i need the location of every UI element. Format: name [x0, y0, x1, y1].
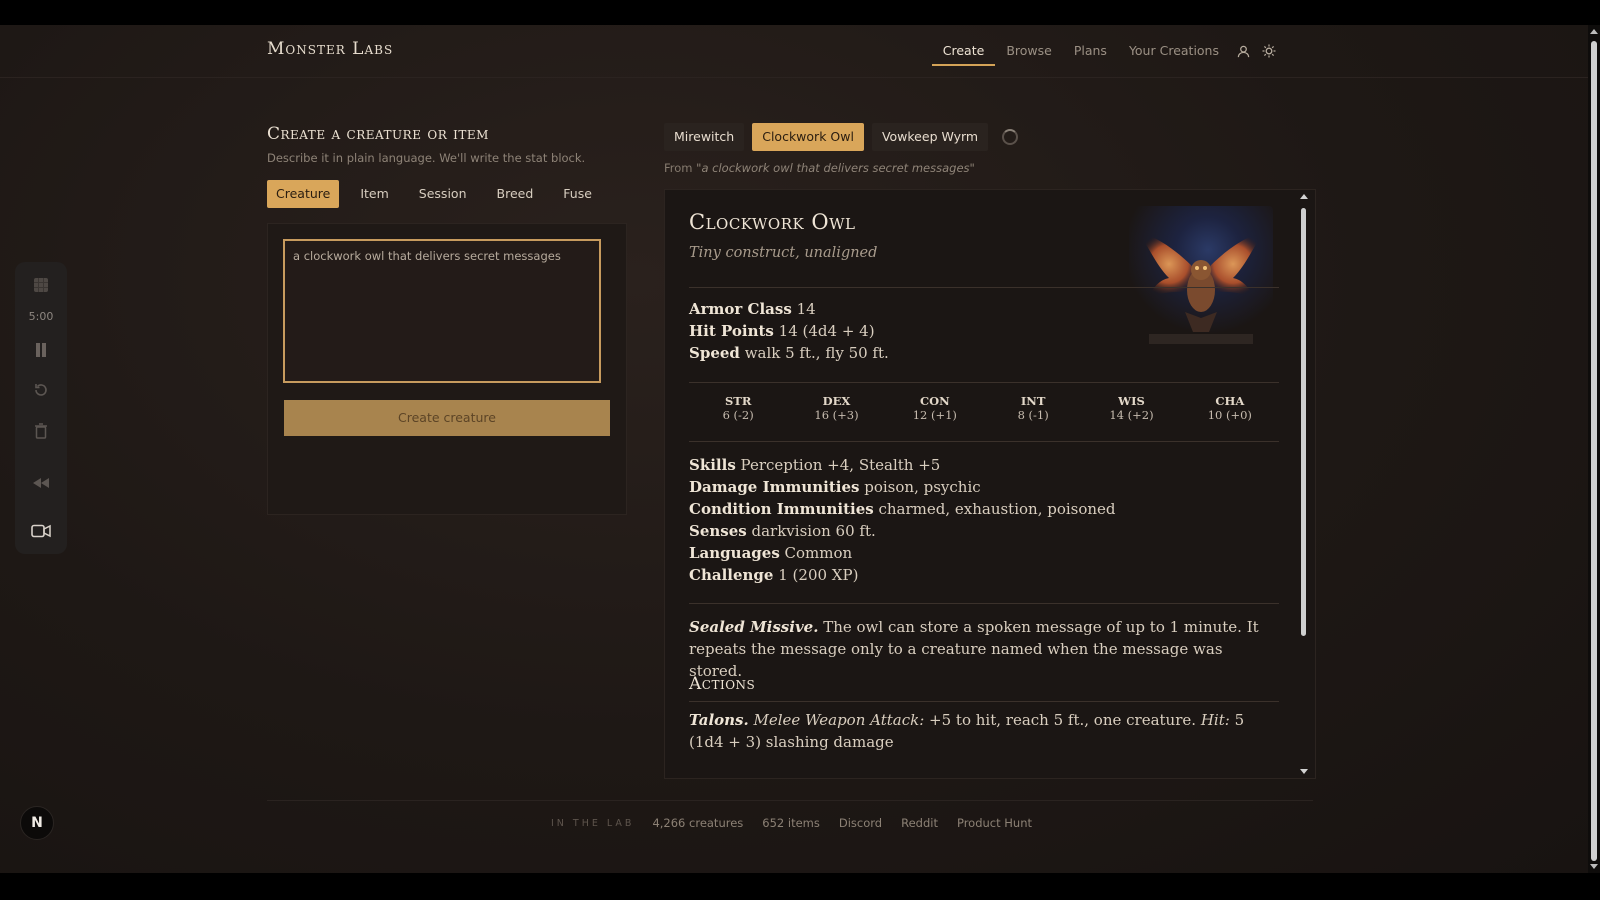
actions-heading: Actions	[689, 674, 756, 694]
divider	[689, 287, 1279, 288]
footer-divider	[267, 800, 1313, 801]
logo[interactable]: Monster Labs	[267, 39, 393, 59]
page-scroll-down-icon[interactable]	[1590, 864, 1598, 869]
main-nav: Create Browse Plans Your Creations	[931, 25, 1282, 77]
loading-spinner-icon	[1002, 129, 1019, 145]
variant-tabs: Mirewitch Clockwork Owl Vowkeep Wyrm	[664, 123, 1019, 151]
ability-wis: WIS 14 (+2)	[1109, 394, 1154, 422]
card-scroll-thumb[interactable]	[1301, 208, 1306, 636]
armor-class-row: Armor Class 14	[689, 300, 816, 318]
app-window: Monster Labs Create Browse Plans Your Cr…	[0, 25, 1588, 873]
tab-breed[interactable]: Breed	[488, 180, 543, 208]
n-badge[interactable]: N	[20, 806, 54, 840]
ability-scores: STR 6 (-2) DEX 16 (+3) CON 12 (+1) INT 8 (-1…	[689, 394, 1279, 422]
footer-link-discord[interactable]: Discord	[839, 816, 882, 830]
speed-row: Speed walk 5 ft., fly 50 ft.	[689, 344, 889, 362]
item-count: 652 items	[762, 816, 820, 830]
recorder-toolbar: 5:00	[15, 262, 67, 554]
tab-fuse[interactable]: Fuse	[554, 180, 601, 208]
nav-your-creations[interactable]: Your Creations	[1118, 25, 1230, 77]
footer-link-reddit[interactable]: Reddit	[901, 816, 938, 830]
divider	[689, 382, 1279, 383]
mode-tabs: Creature Item Session Breed Fuse	[267, 180, 613, 208]
create-panel: a clockwork owl that delivers secret mes…	[267, 223, 627, 515]
source-quote: "a clockwork owl that delivers secret me…	[696, 161, 975, 175]
pause-icon[interactable]	[15, 342, 67, 362]
hit-points-row: Hit Points 14 (4d4 + 4)	[689, 322, 875, 340]
nav-create[interactable]: Create	[931, 25, 996, 77]
action-talons: Talons. Melee Weapon Attack: +5 to hit, …	[689, 711, 1245, 751]
page-scroll-up-icon[interactable]	[1590, 29, 1598, 34]
basic-stats: Armor Class 14 Hit Points 14 (4d4 + 4) S…	[689, 298, 889, 364]
page-scroll-thumb[interactable]	[1591, 41, 1597, 861]
variant-tab-vowkeep-wyrm[interactable]: Vowkeep Wyrm	[871, 123, 989, 151]
creature-type: Tiny construct, unaligned	[689, 245, 878, 261]
footer-link-product-hunt[interactable]: Product Hunt	[957, 816, 1032, 830]
creature-count: 4,266 creatures	[652, 816, 744, 830]
scroll-down-icon[interactable]	[1300, 769, 1308, 774]
ability-int: INT 8 (-1)	[1017, 394, 1049, 422]
user-icon[interactable]	[1230, 25, 1256, 77]
divider	[689, 441, 1279, 442]
restart-icon[interactable]	[15, 382, 67, 402]
sun-icon[interactable]	[1256, 25, 1282, 77]
rewind-icon[interactable]	[15, 474, 67, 493]
scroll-up-icon[interactable]	[1300, 194, 1308, 199]
skills-row: Skills Perception +4, Stealth +5	[689, 456, 941, 474]
ability-str: STR 6 (-2)	[722, 394, 754, 422]
grid-icon[interactable]	[15, 277, 67, 297]
tab-item[interactable]: Item	[351, 180, 397, 208]
variant-tab-mirewitch[interactable]: Mirewitch	[664, 123, 745, 151]
card-scrollbar[interactable]	[1299, 194, 1308, 774]
challenge-row: Challenge 1 (200 XP)	[689, 566, 859, 584]
tab-creature[interactable]: Creature	[267, 180, 340, 208]
ability-dex: DEX 16 (+3)	[814, 394, 859, 422]
trait-sealed-missive: Sealed Missive. The owl can store a spok…	[689, 618, 1259, 680]
footer: IN THE LAB 4,266 creatures 652 items Dis…	[551, 816, 1051, 830]
languages-row: Languages Common	[689, 544, 853, 562]
statblock-card: Clockwork Owl Tiny construct, unaligned	[664, 189, 1316, 779]
ability-con: CON 12 (+1)	[912, 394, 957, 422]
creature-name: Clockwork Owl	[689, 210, 856, 234]
creature-portrait	[1129, 206, 1273, 352]
tab-session[interactable]: Session	[410, 180, 476, 208]
senses-row: Senses darkvision 60 ft.	[689, 522, 876, 540]
create-title: Create a creature or item	[267, 124, 489, 144]
ability-cha: CHA 10 (+0)	[1207, 394, 1252, 422]
variant-tab-clockwork-owl[interactable]: Clockwork Owl	[752, 123, 864, 151]
timer-readout: 5:00	[28, 310, 54, 323]
create-creature-button[interactable]: Create creature	[284, 400, 610, 436]
create-subtitle: Describe it in plain language. We'll wri…	[267, 151, 586, 165]
record-icon[interactable]	[15, 523, 67, 542]
condition-immunities-row: Condition Immunities charmed, exhaustion…	[689, 500, 1116, 518]
damage-immunities-row: Damage Immunities poison, psychic	[689, 478, 981, 496]
page-scrollbar[interactable]	[1588, 25, 1600, 873]
top-header: Monster Labs Create Browse Plans Your Cr…	[0, 25, 1588, 78]
secondary-stats: Skills Perception +4, Stealth +5 Damage …	[689, 454, 1116, 586]
nav-plans[interactable]: Plans	[1063, 25, 1118, 77]
divider	[689, 701, 1279, 702]
source-line: From "a clockwork owl that delivers secr…	[664, 161, 975, 175]
nav-browse[interactable]: Browse	[995, 25, 1063, 77]
source-prefix: From	[664, 161, 697, 175]
footer-label: IN THE LAB	[551, 817, 635, 829]
prompt-input[interactable]: a clockwork owl that delivers secret mes…	[283, 239, 601, 383]
trash-icon[interactable]	[15, 423, 67, 443]
divider	[689, 603, 1279, 604]
